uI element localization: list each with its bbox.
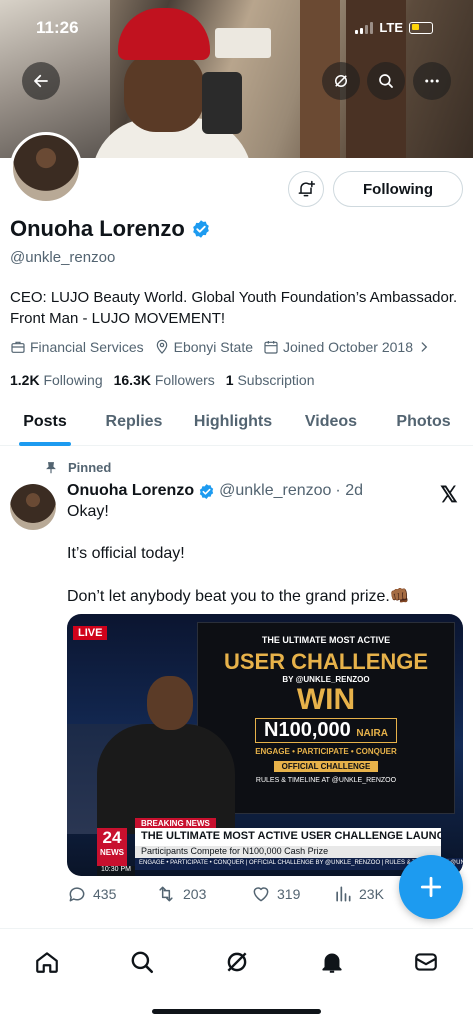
- like-button[interactable]: 319: [251, 884, 333, 904]
- status-bar: 11:26 LTE: [0, 14, 473, 44]
- nav-notifications[interactable]: [315, 945, 349, 979]
- tweet-media-image[interactable]: LIVE THE ULTIMATE MOST ACTIVE USER CHALL…: [67, 614, 463, 876]
- search-icon: [379, 74, 393, 88]
- profile-avatar[interactable]: [10, 132, 82, 204]
- nav-grok[interactable]: [220, 945, 254, 979]
- tweet-avatar[interactable]: [10, 484, 56, 530]
- status-time: 11:26: [36, 18, 79, 37]
- grok-button[interactable]: [322, 62, 360, 100]
- grok-icon: [335, 75, 347, 87]
- heart-icon: [253, 887, 269, 902]
- tab-highlights[interactable]: Highlights: [178, 398, 288, 446]
- profile-handle: @unkle_renzoo: [10, 249, 116, 266]
- calendar-icon: [264, 341, 278, 354]
- profile-name: Onuoha Lorenzo: [10, 216, 185, 241]
- subscription-stat[interactable]: 1 Subscription: [226, 372, 315, 388]
- tweet-line-2: It’s official today!: [67, 545, 185, 562]
- live-badge: LIVE: [73, 626, 108, 640]
- tweet-time: · 2d: [335, 482, 363, 499]
- meta-location: Ebonyi State: [154, 339, 253, 355]
- repost-button[interactable]: 203: [155, 884, 251, 904]
- tweet-author[interactable]: Onuoha Lorenzo: [67, 482, 194, 500]
- profile-tabs: Posts Replies Highlights Videos Photos: [0, 398, 473, 446]
- signal-icon: [355, 21, 374, 34]
- back-arrow-icon: [34, 74, 48, 88]
- back-button[interactable]: [22, 62, 60, 100]
- profile-stats: 1.2K Following 16.3K Followers 1 Subscri…: [10, 372, 315, 388]
- more-button[interactable]: [413, 62, 451, 100]
- pin-icon: [46, 461, 56, 473]
- more-icon: [425, 79, 439, 83]
- profile-meta: Financial Services Ebonyi State Joined O…: [10, 339, 431, 355]
- bell-icon: [322, 953, 342, 973]
- following-stat[interactable]: 1.2K Following: [10, 372, 103, 388]
- tab-posts[interactable]: Posts: [0, 398, 90, 446]
- profile-bio: CEO: LUJO Beauty World. Global Youth Fou…: [10, 289, 458, 327]
- network-label: LTE: [379, 20, 403, 35]
- briefcase-icon: [11, 341, 25, 353]
- news-channel-logo: 24 NEWS: [97, 828, 127, 866]
- grok-icon: [227, 952, 247, 972]
- x-logo-icon: 𝕏: [440, 482, 458, 507]
- home-icon: [36, 952, 58, 973]
- views-chart-icon: [336, 886, 351, 902]
- plus-icon: [420, 876, 442, 898]
- news-ticker: BREAKING NEWS 24 NEWS THE ULTIMATE MOST …: [67, 816, 463, 876]
- pinned-label: Pinned: [44, 460, 111, 475]
- tab-videos[interactable]: Videos: [288, 398, 374, 446]
- reply-button[interactable]: 435: [67, 884, 155, 904]
- battery-icon: [409, 21, 433, 34]
- search-icon: [131, 951, 154, 974]
- location-pin-icon: [156, 339, 167, 354]
- tab-photos[interactable]: Photos: [374, 398, 473, 446]
- nav-search[interactable]: [125, 945, 159, 979]
- nav-messages[interactable]: [409, 945, 443, 979]
- verified-badge-icon: [199, 483, 214, 499]
- reply-icon: [69, 887, 85, 902]
- search-button[interactable]: [367, 62, 405, 100]
- tweet-line-3: Don’t let anybody beat you to the grand …: [67, 588, 410, 605]
- followers-stat[interactable]: 16.3K Followers: [114, 372, 215, 388]
- chevron-right-icon: [421, 342, 428, 352]
- nav-home[interactable]: [30, 945, 64, 979]
- profile-name-row: Onuoha Lorenzo: [10, 216, 211, 242]
- bottom-navigation: [0, 928, 473, 1024]
- compose-post-button[interactable]: [399, 855, 463, 919]
- verified-badge-icon[interactable]: [191, 219, 211, 239]
- home-indicator: [152, 1009, 321, 1014]
- challenge-poster: THE ULTIMATE MOST ACTIVE USER CHALLENGE …: [197, 622, 455, 814]
- meta-category: Financial Services: [10, 339, 144, 355]
- notification-bell-button[interactable]: [288, 171, 324, 207]
- tweet-handle[interactable]: @unkle_renzoo: [219, 482, 331, 500]
- mail-icon: [415, 953, 437, 971]
- meta-joined[interactable]: Joined October 2018: [263, 339, 431, 355]
- tweet-actions: 435 203 319 23K: [67, 884, 413, 904]
- tweet-header: Onuoha Lorenzo @unkle_renzoo · 2d: [67, 482, 363, 500]
- bell-plus-icon: [298, 180, 316, 197]
- tab-replies[interactable]: Replies: [90, 398, 178, 446]
- following-button[interactable]: Following: [333, 171, 463, 207]
- tweet-line-1: Okay!: [67, 503, 109, 520]
- repost-icon: [159, 886, 173, 902]
